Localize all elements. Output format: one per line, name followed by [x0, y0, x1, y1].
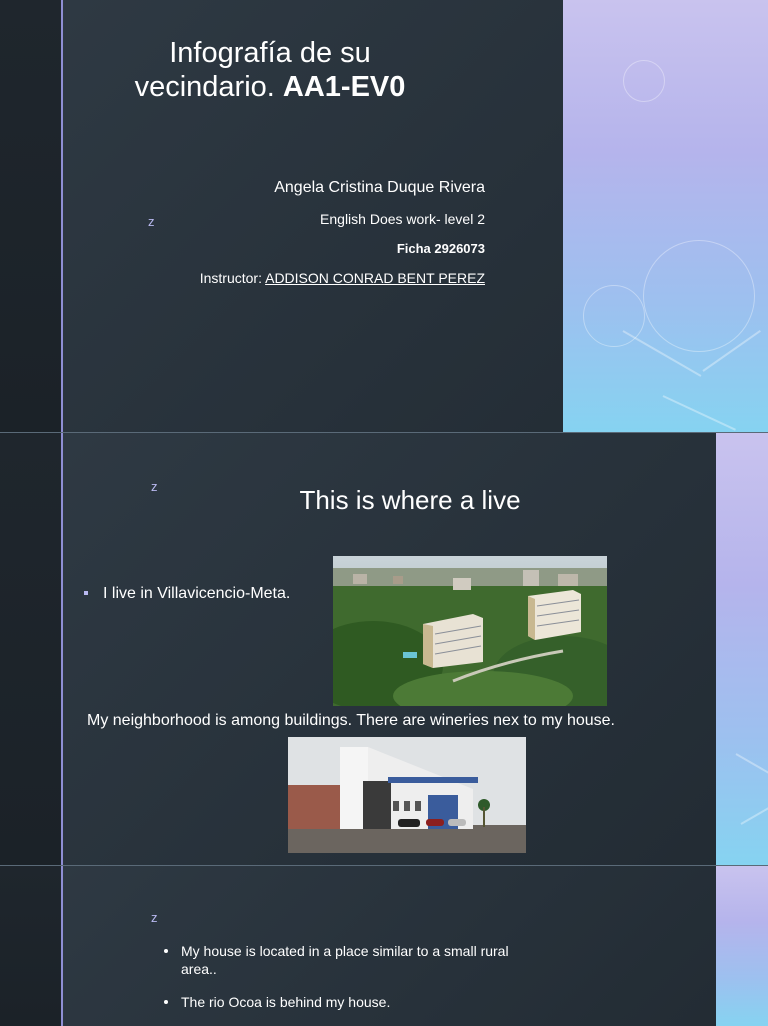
- title-line-2: vecindario. AA1-EV0: [80, 70, 460, 104]
- bullet-marker: [84, 591, 88, 595]
- accent-line: [61, 0, 63, 432]
- title-line-1: Infografía de su: [80, 36, 460, 70]
- instructor-label: Instructor:: [200, 270, 262, 286]
- ficha-number: Ficha 2926073: [397, 241, 485, 256]
- bullet-item: The rio Ocoa is behind my house.: [181, 993, 390, 1011]
- course-name: English Does work- level 2: [320, 211, 485, 227]
- decor-circle: [623, 60, 665, 102]
- title-bold: AA1-EV0: [283, 71, 406, 103]
- page-title: Infografía de su vecindario. AA1-EV0: [80, 36, 460, 104]
- left-band: [0, 433, 61, 865]
- decor-stroke: [741, 803, 768, 825]
- decor-stroke: [736, 753, 768, 775]
- decor-stroke: [663, 395, 736, 431]
- z-mark: z: [151, 910, 158, 925]
- instructor-link[interactable]: ADDISON CONRAD BENT PEREZ: [265, 270, 485, 286]
- z-mark: z: [148, 214, 155, 229]
- accent-line: [61, 866, 63, 1026]
- accent-line: [61, 433, 63, 865]
- title-normal: vecindario.: [135, 71, 275, 103]
- bullet-line: area..: [181, 960, 509, 978]
- left-band: [0, 866, 61, 1026]
- bullet-item: I live in Villavicencio-Meta.: [103, 585, 290, 603]
- bullet-marker: [164, 949, 168, 953]
- author-name: Angela Cristina Duque Rivera: [274, 179, 485, 197]
- bullet-line: My house is located in a place similar t…: [181, 942, 509, 960]
- slide-title: This is where a live: [180, 485, 640, 516]
- warehouse-photo: [288, 737, 526, 853]
- slide-neighborhood: z This is where a live I live in Villavi…: [0, 433, 768, 865]
- decor-circle: [643, 240, 755, 352]
- instructor: Instructor: ADDISON CONRAD BENT PEREZ: [200, 270, 485, 286]
- gradient-panel: [563, 0, 768, 432]
- slide-title: z Infografía de su vecindario. AA1-EV0 A…: [0, 0, 768, 432]
- buildings-photo: [333, 556, 607, 706]
- gradient-panel: [716, 433, 768, 865]
- z-mark: z: [151, 479, 158, 494]
- slide-house: z My house is located in a place similar…: [0, 866, 768, 1026]
- bullet-item: My house is located in a place similar t…: [181, 942, 509, 978]
- left-band: [0, 0, 61, 432]
- bullet-marker: [164, 1000, 168, 1004]
- gradient-panel: [716, 866, 768, 1026]
- paragraph: My neighborhood is among buildings. Ther…: [87, 712, 615, 730]
